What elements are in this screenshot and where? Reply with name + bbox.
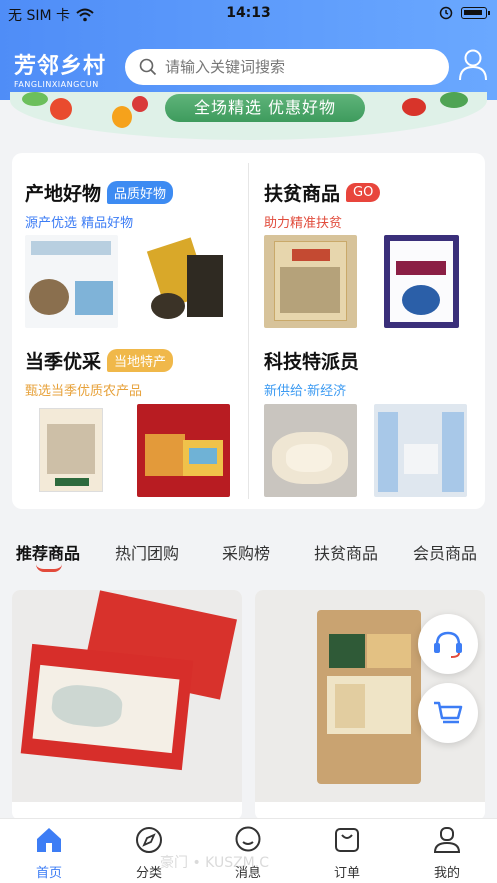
status-bar: 无 SIM 卡 14:13 — [0, 0, 497, 28]
product-thumbnail[interactable] — [264, 235, 357, 328]
status-time: 14:13 — [226, 5, 271, 21]
category-poverty-relief[interactable]: 扶贫商品 GO 助力精准扶贫 — [264, 179, 479, 231]
product-thumbnail[interactable] — [25, 235, 118, 328]
message-icon — [235, 826, 261, 852]
product-thumbnail[interactable] — [25, 404, 118, 497]
banner-text: 全场精选 优惠好物 — [165, 94, 365, 122]
product-thumbnail[interactable] — [374, 404, 467, 497]
cart-icon — [434, 701, 463, 724]
nav-label: 首页 — [35, 866, 62, 881]
tab-purchase-ranking[interactable]: 采购榜 — [222, 540, 270, 564]
product-card[interactable] — [12, 590, 242, 820]
tab-poverty-relief[interactable]: 扶贫商品 — [314, 540, 378, 564]
radish-image — [132, 96, 148, 112]
category-title: 当季优采 — [25, 351, 102, 373]
home-icon — [37, 828, 61, 852]
card-divider — [248, 163, 249, 499]
nav-label: 我的 — [433, 866, 460, 881]
search-bar[interactable] — [125, 49, 449, 85]
active-tab-indicator — [36, 564, 62, 572]
category-tech-envoy[interactable]: 科技特派员 新供给·新经济 — [264, 347, 479, 399]
search-icon — [139, 58, 157, 76]
user-icon[interactable] — [458, 48, 488, 82]
product-thumbnail[interactable] — [137, 235, 230, 328]
alarm-icon — [439, 6, 453, 20]
order-icon — [335, 828, 359, 852]
pepper-image — [112, 106, 132, 128]
nav-label: 订单 — [333, 866, 360, 881]
watermark: 豪门 • KUSZM.C — [160, 855, 269, 871]
nav-profile[interactable]: 我的 — [417, 825, 477, 881]
tab-group-buy[interactable]: 热门团购 — [115, 540, 179, 564]
product-thumbnail[interactable] — [264, 404, 357, 497]
logo-subtext: FANGLINXIANGCUN — [14, 80, 99, 89]
herb-image — [440, 92, 468, 108]
profile-icon — [433, 827, 461, 853]
search-input[interactable] — [165, 58, 425, 76]
nav-orders[interactable]: 订单 — [317, 825, 377, 881]
nav-home[interactable]: 首页 — [19, 825, 79, 881]
logo-text: 芳邻乡村 — [14, 54, 107, 79]
category-badge: GO — [346, 183, 381, 202]
product-thumbnail[interactable] — [137, 404, 230, 497]
tab-recommended[interactable]: 推荐商品 — [16, 540, 80, 564]
category-subtitle: 源产优选 精品好物 — [25, 216, 134, 231]
category-badge: 当地特产 — [107, 349, 174, 372]
category-origin-goods[interactable]: 产地好物 品质好物 源产优选 精品好物 — [25, 179, 240, 231]
chili-image — [402, 98, 426, 116]
app-logo: 芳邻乡村 FANGLINXIANGCUN — [14, 48, 106, 89]
promo-banner[interactable]: 全场精选 优惠好物 — [10, 92, 487, 140]
category-card: 产地好物 品质好物 源产优选 精品好物 扶贫商品 GO 助力精准扶贫 当季优采 当地特… — [12, 153, 485, 509]
product-tabs: 推荐商品 热门团购 采购榜 扶贫商品 会员商品 — [0, 532, 497, 572]
category-subtitle: 新供给·新经济 — [264, 384, 347, 399]
tomato-image — [50, 98, 72, 120]
tab-member-goods[interactable]: 会员商品 — [413, 540, 477, 564]
product-image — [12, 590, 242, 802]
category-title: 扶贫商品 — [264, 183, 341, 205]
cart-button[interactable] — [418, 683, 478, 743]
category-title: 产地好物 — [25, 183, 102, 205]
category-subtitle: 助力精准扶贫 — [264, 216, 343, 231]
leaf-image — [22, 92, 48, 106]
headset-icon — [434, 631, 462, 658]
category-seasonal-picks[interactable]: 当季优采 当地特产 甄选当季优质农产品 — [25, 347, 240, 399]
compass-icon — [136, 827, 162, 853]
battery-icon — [461, 7, 490, 19]
category-subtitle: 甄选当季优质农产品 — [25, 384, 143, 399]
category-badge: 品质好物 — [107, 181, 174, 204]
app-header: 无 SIM 卡 14:13 芳邻乡村 FANGLINXIANGCUN — [0, 0, 497, 100]
category-title: 科技特派员 — [264, 351, 360, 373]
product-thumbnail[interactable] — [384, 235, 459, 328]
bottom-navigation: 首页 分类 消息 订单 我的 — [0, 818, 497, 883]
customer-service-button[interactable] — [418, 614, 478, 674]
